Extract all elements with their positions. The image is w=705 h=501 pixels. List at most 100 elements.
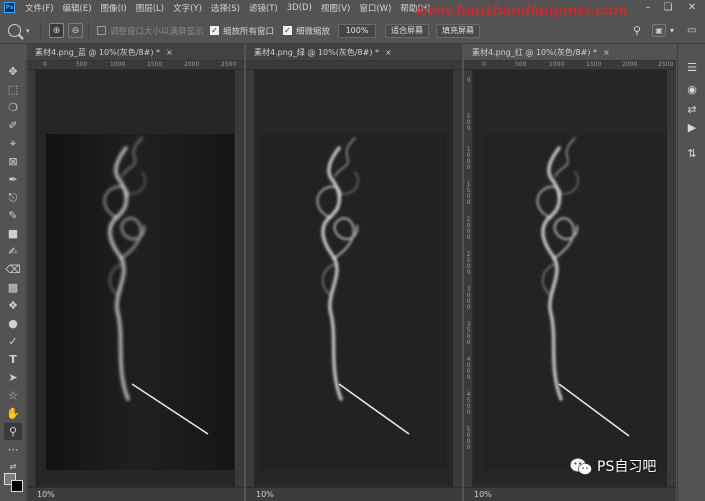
- tab-close-icon[interactable]: ×: [166, 48, 173, 57]
- fit-screen-button[interactable]: 适合屏幕: [385, 23, 429, 38]
- menu-edit[interactable]: 编辑(E): [63, 2, 92, 14]
- document-tab-active[interactable]: 素材4.png_红 @ 10%(灰色/8#) * ×: [464, 44, 676, 61]
- vertical-ruler: [246, 70, 255, 487]
- type-tool-icon[interactable]: T: [4, 351, 22, 368]
- canvas[interactable]: [46, 134, 234, 470]
- vertical-ruler: [27, 70, 36, 487]
- menu-3d[interactable]: 3D(D): [287, 3, 312, 13]
- smoke-image: [483, 134, 671, 470]
- status-bar: 10%: [464, 487, 676, 501]
- pen-tool-icon[interactable]: ✓: [4, 333, 22, 350]
- document-tab-title: 素材4.png_蓝 @ 10%(灰色/8#) *: [35, 47, 160, 57]
- marquee-tool-icon[interactable]: ⬚: [4, 81, 22, 98]
- document-tab[interactable]: 素材4.png_绿 @ 10%(灰色/8#) * ×: [246, 44, 462, 61]
- zoom-all-windows-checkbox[interactable]: ✓: [210, 26, 219, 35]
- scrubby-zoom-checkbox[interactable]: ✓: [283, 26, 292, 35]
- close-icon[interactable]: ✕: [684, 0, 700, 15]
- zoom-tool-preset[interactable]: ▾: [8, 17, 30, 44]
- channels-panel-icon[interactable]: ◉: [685, 82, 699, 96]
- horizontal-ruler: [246, 61, 462, 70]
- zoom-out-button[interactable]: ⊖: [68, 23, 83, 38]
- menu-type[interactable]: 文字(Y): [173, 2, 202, 14]
- resize-windows-label: 调整窗口大小以满屏显示: [110, 26, 204, 37]
- document-window-green: 素材4.png_绿 @ 10%(灰色/8#) * × 10%: [246, 44, 462, 501]
- eraser-tool-icon[interactable]: ⌫: [4, 261, 22, 278]
- zoom-level[interactable]: 10%: [256, 490, 274, 499]
- wechat-badge: PS自习吧: [570, 456, 656, 476]
- zoom-level[interactable]: 10%: [37, 490, 55, 499]
- background-color-swatch[interactable]: [11, 480, 23, 492]
- crop-tool-icon[interactable]: ⌖: [4, 135, 22, 152]
- wechat-icon: [570, 457, 592, 476]
- zoom-level[interactable]: 10%: [474, 490, 492, 499]
- clone-stamp-tool-icon[interactable]: ■: [4, 225, 22, 242]
- menu-view[interactable]: 视图(V): [321, 2, 350, 14]
- search-icon[interactable]: ⚲: [633, 24, 641, 37]
- tab-close-icon[interactable]: ×: [603, 48, 610, 57]
- zoom-in-button[interactable]: ⊕: [49, 23, 64, 38]
- menu-window[interactable]: 窗口(W): [359, 2, 391, 14]
- lasso-tool-icon[interactable]: ❍: [4, 99, 22, 116]
- blur-tool-icon[interactable]: ❖: [4, 297, 22, 314]
- hand-tool-icon[interactable]: ✋: [4, 405, 22, 422]
- resize-windows-option[interactable]: 调整窗口大小以满屏显示: [97, 17, 204, 44]
- document-tab[interactable]: 素材4.png_蓝 @ 10%(灰色/8#) * ×: [27, 44, 244, 61]
- menu-file[interactable]: 文件(F): [25, 2, 54, 14]
- panel-dock: ☰ ◉ ⇄ ▶ ⇅: [677, 44, 705, 501]
- scrubby-zoom-label: 细微缩放: [296, 26, 331, 37]
- smoke-image: [46, 134, 234, 470]
- pasteboard: [473, 70, 676, 487]
- document-window-blue: 素材4.png_蓝 @ 10%(灰色/8#) * × 0 500 1000 15…: [27, 44, 244, 501]
- more-tools-icon[interactable]: ⋯: [4, 441, 22, 458]
- menu-layer[interactable]: 图层(L): [136, 2, 164, 14]
- shape-tool-icon[interactable]: ☆: [4, 387, 22, 404]
- chevron-down-icon: ▾: [26, 26, 30, 35]
- document-tab-title: 素材4.png_红 @ 10%(灰色/8#) *: [472, 47, 597, 57]
- zoom-all-windows-label: 缩放所有窗口: [223, 26, 275, 37]
- smoke-image: [259, 134, 447, 470]
- brush-tool-icon[interactable]: ✎: [4, 207, 22, 224]
- eyedropper-tool-icon[interactable]: ✒: [4, 171, 22, 188]
- share-icon[interactable]: ▭: [687, 25, 696, 36]
- menu-image[interactable]: 图像(I): [101, 2, 127, 14]
- paths-panel-icon[interactable]: ⇄: [685, 102, 699, 116]
- fill-screen-button[interactable]: 填充屏幕: [436, 23, 480, 38]
- resize-windows-checkbox[interactable]: [97, 26, 106, 35]
- document-tab-title: 素材4.png_绿 @ 10%(灰色/8#) *: [254, 47, 379, 57]
- workspace-chevron-down-icon[interactable]: ▾: [670, 26, 674, 35]
- document-window-red: 素材4.png_红 @ 10%(灰色/8#) * × 0 500 1000 15…: [464, 44, 676, 501]
- status-bar: 10%: [246, 487, 462, 501]
- canvas[interactable]: [259, 134, 447, 470]
- move-tool-icon[interactable]: ✥: [4, 63, 22, 80]
- vertical-ruler: 0 5 0 0 1 0 0 0 1 5 0 0 2 0 0 0 2 5 0 0 …: [464, 70, 473, 487]
- horizontal-ruler: 0 500 1000 1500 2000 2500: [27, 61, 244, 70]
- layers-panel-icon[interactable]: ☰: [685, 60, 699, 74]
- scrubby-zoom-option[interactable]: ✓ 细微缩放: [283, 17, 330, 44]
- options-bar: ▾ ⊕ ⊖ 调整窗口大小以满屏显示 ✓ 缩放所有窗口 ✓ 细微缩放 100% 适…: [0, 17, 705, 44]
- zoom-tool-icon[interactable]: ⚲: [4, 423, 22, 440]
- history-panel-icon[interactable]: ⇅: [685, 146, 699, 160]
- zoom-icon: [8, 24, 21, 37]
- actions-play-icon[interactable]: ▶: [685, 120, 699, 134]
- wechat-account-name: PS自习吧: [597, 459, 657, 475]
- tab-close-icon[interactable]: ×: [385, 48, 392, 57]
- menu-select[interactable]: 选择(S): [211, 2, 240, 14]
- workspace-icon[interactable]: ▣: [652, 24, 666, 37]
- pasteboard: [36, 70, 244, 487]
- minimize-icon[interactable]: –: [640, 0, 656, 15]
- path-selection-tool-icon[interactable]: ➤: [4, 369, 22, 386]
- healing-brush-tool-icon[interactable]: ⎋: [4, 189, 22, 206]
- restore-icon[interactable]: ❏: [660, 0, 676, 15]
- dodge-tool-icon[interactable]: ●: [4, 315, 22, 332]
- frame-tool-icon[interactable]: ⊠: [4, 153, 22, 170]
- status-bar: 10%: [27, 487, 244, 501]
- tools-panel: ✥ ⬚ ❍ ✐ ⌖ ⊠ ✒ ⎋ ✎ ■ ✍ ⌫ ▩ ❖ ● ✓ T ➤ ☆ ✋ …: [0, 60, 26, 501]
- history-brush-tool-icon[interactable]: ✍: [4, 243, 22, 260]
- menu-filter[interactable]: 滤镜(T): [249, 2, 278, 14]
- zoom-percentage-field[interactable]: 100%: [338, 23, 376, 38]
- quick-selection-tool-icon[interactable]: ✐: [4, 117, 22, 134]
- canvas[interactable]: [483, 134, 671, 470]
- gradient-tool-icon[interactable]: ▩: [4, 279, 22, 296]
- pasteboard: [255, 70, 462, 487]
- zoom-all-windows-option[interactable]: ✓ 缩放所有窗口: [210, 17, 274, 44]
